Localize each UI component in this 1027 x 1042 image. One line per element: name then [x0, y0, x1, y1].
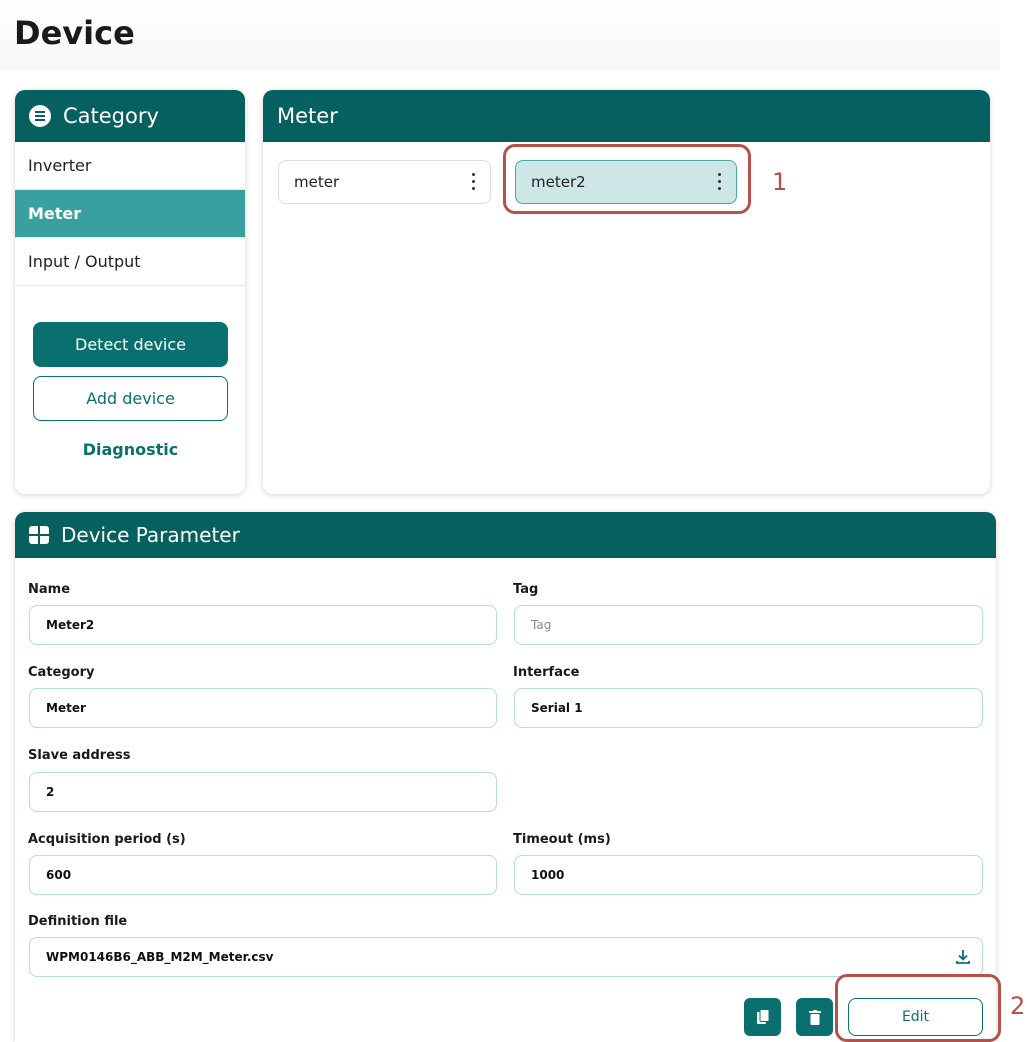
sidebar-item-meter[interactable]: Meter: [15, 190, 245, 238]
device-card-label: meter: [294, 173, 340, 191]
definition-file-label: Definition file: [28, 914, 128, 929]
copy-button[interactable]: [744, 998, 781, 1036]
device-parameter-panel: Device Parameter Name Meter2 Tag Tag Cat…: [15, 512, 996, 1042]
header-bar: [0, 0, 1000, 70]
category-input[interactable]: Meter: [29, 688, 497, 728]
meter-header: Meter: [263, 90, 990, 142]
acquisition-period-input[interactable]: 600: [29, 855, 497, 895]
acquisition-period-label: Acquisition period (s): [28, 832, 186, 847]
category-panel: Category Inverter Meter Input / Output D…: [15, 90, 245, 494]
detect-device-button[interactable]: Detect device: [33, 322, 228, 367]
name-label: Name: [28, 582, 71, 597]
more-options-icon[interactable]: [472, 173, 476, 191]
parameter-header: Device Parameter: [15, 512, 996, 558]
tag-label: Tag: [513, 582, 539, 597]
sidebar-item-inverter[interactable]: Inverter: [15, 142, 245, 190]
parameter-title: Device Parameter: [61, 523, 240, 547]
page-title: Device: [14, 14, 135, 52]
trash-icon: [808, 1009, 821, 1025]
category-title: Category: [63, 104, 159, 128]
download-icon[interactable]: [954, 948, 972, 966]
timeout-input[interactable]: 1000: [514, 855, 983, 895]
slave-address-input[interactable]: 2: [29, 772, 497, 812]
add-device-button[interactable]: Add device: [33, 376, 228, 421]
copy-icon: [756, 1009, 769, 1024]
definition-file-value: WPM0146B6_ABB_M2M_Meter.csv: [46, 950, 274, 964]
slave-address-label: Slave address: [28, 748, 131, 763]
sidebar-item-input-output[interactable]: Input / Output: [15, 238, 245, 286]
interface-label: Interface: [513, 665, 580, 680]
category-header: Category: [15, 90, 245, 142]
list-icon: [29, 105, 51, 127]
timeout-label: Timeout (ms): [513, 832, 611, 847]
device-card-meter[interactable]: meter: [278, 160, 491, 204]
definition-file-input[interactable]: WPM0146B6_ABB_M2M_Meter.csv: [29, 937, 983, 977]
category-label: Category: [28, 665, 95, 680]
annotation-number-2: 2: [1010, 992, 1026, 1020]
delete-button[interactable]: [796, 998, 833, 1036]
device-icon: [29, 526, 49, 544]
annotation-box-2: [835, 974, 1001, 1042]
tag-input[interactable]: Tag: [514, 605, 983, 645]
diagnostic-link[interactable]: Diagnostic: [33, 440, 228, 459]
name-input[interactable]: Meter2: [29, 605, 497, 645]
interface-input[interactable]: Serial 1: [514, 688, 983, 728]
annotation-box-1: [503, 144, 751, 214]
annotation-number-1: 1: [772, 168, 788, 196]
